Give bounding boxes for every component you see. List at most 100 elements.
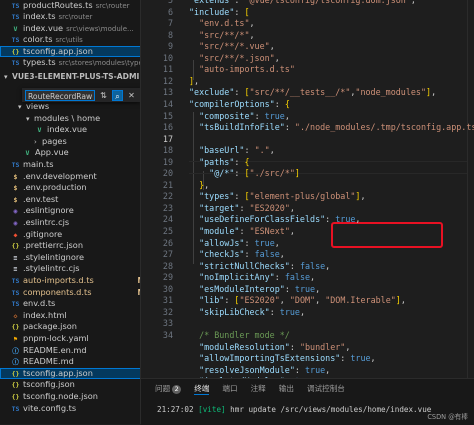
file-tree-item[interactable]: ≡ .stylelintignore bbox=[0, 252, 140, 263]
code-line[interactable]: ], bbox=[189, 76, 474, 87]
open-editor-path: src\router bbox=[58, 13, 93, 22]
line-number: 9 bbox=[167, 41, 173, 52]
code-line[interactable]: "baseUrl": ".", bbox=[189, 145, 474, 156]
code-line[interactable]: "composite": true, bbox=[189, 111, 474, 122]
file-tree-item[interactable]: {} tsconfig.node.json bbox=[0, 391, 140, 402]
code-line[interactable]: "auto-imports.d.ts" bbox=[189, 64, 474, 75]
terminal-time: 21:27:02 bbox=[157, 405, 194, 414]
panel-tab-label: 注释 bbox=[250, 384, 266, 393]
file-tree-item[interactable]: TScomponents.d.tsM bbox=[0, 287, 140, 298]
file-type-icon: TS bbox=[11, 161, 20, 169]
code-line[interactable]: /* Bundler mode */ bbox=[189, 330, 474, 341]
code-line[interactable]: "extends": "@vue/tsconfig/tsconfig.dom.j… bbox=[189, 0, 474, 6]
file-tree-item[interactable]: ▾ modules \ home bbox=[0, 113, 140, 124]
panel-tab[interactable]: 问题 2 bbox=[155, 383, 182, 395]
code-line[interactable]: "@/*": ["./src/*"] bbox=[189, 168, 474, 179]
open-editor-item[interactable]: TS types.ts src\stores\modules\types bbox=[0, 57, 140, 68]
file-tree-item[interactable]: ◆ .gitignore bbox=[0, 229, 140, 240]
code-line[interactable]: "compilerOptions": { bbox=[189, 99, 474, 110]
panel-tab[interactable]: 调试控制台 bbox=[307, 383, 345, 395]
file-tree-item[interactable]: ◇ index.html bbox=[0, 310, 140, 321]
file-tree-item[interactable]: ◉ .eslintrc.cjs bbox=[0, 217, 140, 228]
file-type-icon: $ bbox=[13, 172, 18, 181]
file-name: .env.development bbox=[23, 170, 97, 181]
file-name: App.vue bbox=[35, 147, 69, 158]
code-line[interactable]: "resolveJsonModule": true, bbox=[189, 365, 474, 376]
open-editor-item[interactable]: TS index.ts src\router bbox=[0, 11, 140, 22]
code-line[interactable]: "src/**/*.vue", bbox=[189, 41, 474, 52]
search-icon[interactable]: ⌕ bbox=[112, 89, 123, 101]
filter-icon[interactable]: ⇅ bbox=[98, 90, 109, 101]
code-line[interactable]: "src/**/*", bbox=[189, 30, 474, 41]
code-line[interactable]: "exclude": ["src/**/__tests__/*","node_m… bbox=[189, 87, 474, 98]
panel-tab[interactable]: 终端 bbox=[194, 383, 210, 395]
file-tree-item[interactable]: ⚑ pnpm-lock.yaml bbox=[0, 333, 140, 344]
file-tree-item[interactable]: ◉ .eslintignore bbox=[0, 205, 140, 216]
code-line[interactable]: "types": ["element-plus/global"], bbox=[189, 191, 474, 202]
open-editor-item[interactable]: {} tsconfig.app.json bbox=[0, 45, 140, 57]
file-tree-item[interactable]: $ .env.test bbox=[0, 194, 140, 205]
file-tree-item[interactable]: TSauto-imports.d.tsM bbox=[0, 275, 140, 286]
file-tree-item[interactable]: ≡ .stylelintrc.cjs bbox=[0, 263, 140, 274]
line-number: 12 bbox=[162, 75, 173, 86]
file-tree-item[interactable]: TS vite.config.ts bbox=[0, 403, 140, 414]
problems-count-badge: 2 bbox=[172, 385, 182, 394]
code-line[interactable]: "allowJs": true, bbox=[189, 238, 474, 249]
file-tree-item[interactable]: ⓘ README.md bbox=[0, 356, 140, 367]
open-editor-item[interactable]: TS color.ts src\utils bbox=[0, 34, 140, 45]
find-input[interactable]: RouteRecordRaw bbox=[25, 89, 95, 101]
code-line[interactable]: "useDefineForClassFields": true, bbox=[189, 214, 474, 225]
file-tree-item[interactable]: TS env.d.ts bbox=[0, 298, 140, 309]
code-line[interactable]: "module": "ESNext", bbox=[189, 226, 474, 237]
open-editor-filename: tsconfig.app.json bbox=[23, 45, 93, 56]
code-line[interactable]: "include": [ bbox=[189, 7, 474, 18]
code-line[interactable]: "moduleResolution": "bundler", bbox=[189, 342, 474, 353]
code-line[interactable]: "allowImportingTsExtensions": true, bbox=[189, 353, 474, 364]
file-tree-item[interactable]: {} tsconfig.app.json bbox=[0, 367, 140, 379]
open-editor-path: src\router bbox=[95, 2, 130, 10]
project-header[interactable]: ▾ VUE3-ELEMENT-PLUS-TS-ADMIN-SELF bbox=[0, 71, 140, 83]
close-icon[interactable]: ✕ bbox=[126, 90, 137, 101]
file-tree-item[interactable]: {} .prettierrc.json bbox=[0, 240, 140, 251]
file-tree-item[interactable]: › pages bbox=[0, 136, 140, 147]
code-line[interactable]: "src/**/*.json", bbox=[189, 53, 474, 64]
file-tree-item[interactable]: $ .env.development bbox=[0, 170, 140, 182]
code-line[interactable]: "target": "ES2020", bbox=[189, 203, 474, 214]
open-editor-filename: index.ts bbox=[23, 11, 56, 22]
code-line[interactable]: "checkJs": false, bbox=[189, 249, 474, 260]
file-tree-item[interactable]: Vindex.vue bbox=[0, 124, 140, 135]
line-number: 23 bbox=[162, 202, 173, 213]
open-editor-item[interactable]: TS productRoutes.ts src\router bbox=[0, 0, 140, 11]
file-tree-item[interactable]: TS main.ts bbox=[0, 159, 140, 170]
code-editor[interactable]: 5 "extends": "@vue/tsconfig/tsconfig.dom.… bbox=[141, 0, 474, 378]
open-editor-item[interactable]: Vindex.vue src\views\module... bbox=[0, 23, 140, 34]
panel-tab[interactable]: 注释 bbox=[251, 383, 266, 395]
file-tree-item[interactable]: ▾ views bbox=[0, 101, 140, 112]
file-tree-item[interactable]: ⓘ README.en.md bbox=[0, 345, 140, 356]
panel-tab[interactable]: 端口 bbox=[222, 383, 237, 395]
code-line[interactable]: "esModuleInterop": true, bbox=[189, 284, 474, 295]
file-tree-item[interactable]: $ .env.production bbox=[0, 182, 140, 193]
code-line[interactable]: "strictNullChecks": false, bbox=[189, 261, 474, 272]
file-name: README.md bbox=[23, 356, 74, 367]
file-name: index.vue bbox=[47, 124, 88, 135]
code-line[interactable]: "paths": { bbox=[189, 157, 474, 168]
file-type-icon: {} bbox=[11, 369, 20, 378]
panel-tab[interactable]: 输出 bbox=[279, 383, 294, 395]
code-line[interactable]: "lib": ["ES2020", "DOM", "DOM.Iterable"]… bbox=[189, 295, 474, 306]
code-line[interactable]: }, bbox=[189, 180, 474, 191]
code-line[interactable]: "noImplicitAny": false, bbox=[189, 272, 474, 283]
file-name: package.json bbox=[23, 321, 77, 332]
file-name: main.ts bbox=[23, 159, 54, 169]
code-line[interactable] bbox=[189, 134, 474, 145]
line-number: 10 bbox=[162, 52, 173, 63]
code-line[interactable] bbox=[189, 318, 474, 329]
file-tree-item[interactable]: {} tsconfig.json bbox=[0, 379, 140, 390]
code-line[interactable]: "env.d.ts", bbox=[189, 18, 474, 29]
typescript-file-icon: TS bbox=[11, 13, 20, 22]
file-tree-item[interactable]: {} package.json bbox=[0, 321, 140, 332]
file-tree-item[interactable]: V App.vue bbox=[0, 147, 140, 158]
code-line[interactable]: "tsBuildInfoFile": "./node_modules/.tmp/… bbox=[189, 122, 474, 133]
code-line[interactable]: "skipLibCheck": true, bbox=[189, 307, 474, 318]
line-number: 25 bbox=[162, 226, 173, 236]
